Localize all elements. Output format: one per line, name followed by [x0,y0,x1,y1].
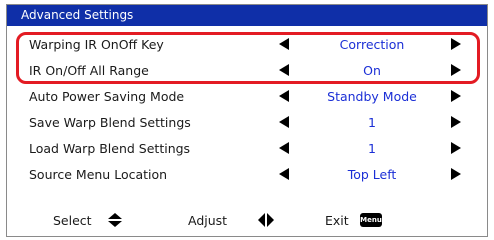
triangle-right-icon[interactable] [449,63,463,77]
setting-label: Auto Power Saving Mode [29,89,185,104]
panel-title: Advanced Settings [21,8,134,22]
setting-value: Correction [339,37,405,52]
setting-label: Source Menu Location [29,167,168,182]
up-down-arrows-icon [108,213,122,227]
triangle-left-icon[interactable] [277,167,291,181]
setting-row-warping-ir-onoff-key[interactable]: Warping IR OnOff Key Correction [7,31,487,57]
triangle-right-icon[interactable] [449,115,463,129]
settings-list: Warping IR OnOff Key Correction IR On/Of… [7,31,487,187]
setting-label: IR On/Off All Range [29,63,149,78]
setting-row-source-menu-location[interactable]: Source Menu Location Top Left [7,161,487,187]
triangle-left-icon[interactable] [277,37,291,51]
triangle-right-icon[interactable] [449,141,463,155]
setting-value: 1 [368,141,376,156]
setting-label: Save Warp Blend Settings [29,115,191,130]
title-bar: Advanced Settings [7,5,487,26]
setting-label: Warping IR OnOff Key [29,37,164,52]
select-label: Select [53,213,92,228]
setting-value: On [363,63,381,78]
adjust-label: Adjust [188,213,228,228]
setting-row-save-warp-blend-settings[interactable]: Save Warp Blend Settings 1 [7,109,487,135]
triangle-right-icon[interactable] [449,37,463,51]
triangle-left-icon[interactable] [277,63,291,77]
setting-row-ir-onoff-all-range[interactable]: IR On/Off All Range On [7,57,487,83]
triangle-right-icon[interactable] [449,167,463,181]
exit-label: Exit [325,213,349,228]
setting-value: Standby Mode [327,89,417,104]
advanced-settings-panel: Advanced Settings Warping IR OnOff Key C… [6,4,488,237]
setting-row-load-warp-blend-settings[interactable]: Load Warp Blend Settings 1 [7,135,487,161]
triangle-right-icon[interactable] [449,89,463,103]
menu-key-icon: Menu [360,213,382,227]
footer-legend: Select Adjust Exit Menu [7,209,487,231]
left-right-arrows-icon [258,213,274,227]
setting-row-auto-power-saving-mode[interactable]: Auto Power Saving Mode Standby Mode [7,83,487,109]
triangle-left-icon[interactable] [277,115,291,129]
setting-value: 1 [368,115,376,130]
setting-label: Load Warp Blend Settings [29,141,191,156]
triangle-left-icon[interactable] [277,141,291,155]
triangle-left-icon[interactable] [277,89,291,103]
setting-value: Top Left [347,167,397,182]
